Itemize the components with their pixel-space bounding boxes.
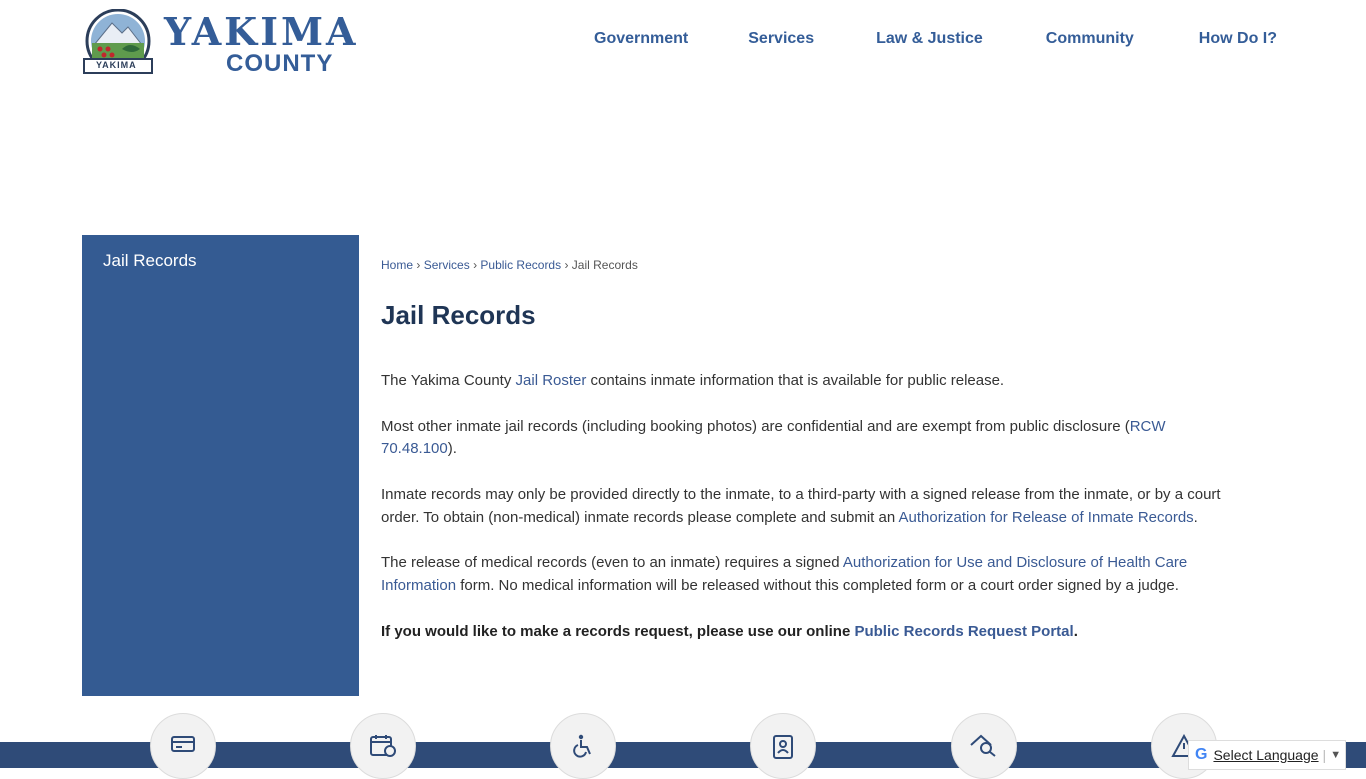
- text: .: [1193, 508, 1198, 526]
- quick-link-payments[interactable]: [150, 713, 216, 779]
- breadcrumb-services[interactable]: Services: [424, 258, 470, 272]
- nav-how-do-i[interactable]: How Do I?: [1199, 30, 1277, 48]
- site-header: YAKIMA YAKIMA COUNTY Government Services…: [0, 0, 1366, 90]
- breadcrumb-home[interactable]: Home: [381, 258, 413, 272]
- breadcrumb-separator: ›: [473, 258, 478, 272]
- quick-link-property-search[interactable]: [951, 713, 1017, 779]
- text: Most other inmate jail records (includin…: [381, 417, 1130, 435]
- nav-government[interactable]: Government: [594, 30, 688, 48]
- calendar-icon: [370, 735, 396, 757]
- google-logo-icon: G: [1195, 746, 1208, 763]
- text: The Yakima County: [381, 372, 516, 389]
- text: form. No medical information will be rel…: [456, 577, 1179, 595]
- dropdown-arrow-icon[interactable]: ▼: [1330, 749, 1341, 761]
- page-title: Jail Records: [381, 300, 536, 330]
- accessibility-icon: [573, 734, 591, 758]
- sidebar: Jail Records: [82, 235, 359, 696]
- separator: |: [1322, 747, 1327, 763]
- records-portal-link[interactable]: Public Records Request Portal: [854, 623, 1073, 640]
- employee-badge-icon: [773, 735, 793, 759]
- paragraph-release: Inmate records may only be provided dire…: [381, 484, 1241, 530]
- article-body: The Yakima County Jail Roster contains i…: [381, 370, 1241, 644]
- breadcrumb-separator: ›: [416, 258, 421, 272]
- seal-label: YAKIMA: [96, 60, 137, 70]
- breadcrumb-separator: ›: [564, 258, 569, 272]
- paragraph-jail-roster: The Yakima County Jail Roster contains i…: [381, 370, 1241, 393]
- payment-card-icon: [171, 736, 195, 752]
- text: If you would like to make a records requ…: [381, 622, 855, 640]
- select-language-label[interactable]: Select Language: [1213, 747, 1318, 763]
- logo-main-text: YAKIMA: [164, 9, 359, 54]
- county-logo-link[interactable]: YAKIMA YAKIMA COUNTY: [82, 8, 402, 78]
- breadcrumb: Home › Services › Public Records › Jail …: [381, 258, 1241, 272]
- paragraph-medical: The release of medical records (even to …: [381, 552, 1241, 598]
- nav-law-justice[interactable]: Law & Justice: [876, 30, 983, 48]
- paragraph-records-request: If you would like to make a records requ…: [381, 621, 1241, 644]
- breadcrumb-current: Jail Records: [571, 258, 638, 272]
- text: .: [1073, 622, 1078, 640]
- main-nav: Government Services Law & Justice Commun…: [594, 30, 1277, 48]
- quick-link-employment[interactable]: [750, 713, 816, 779]
- jail-roster-link[interactable]: Jail Roster: [516, 372, 587, 389]
- nav-services[interactable]: Services: [748, 30, 814, 48]
- paragraph-confidential: Most other inmate jail records (includin…: [381, 416, 1241, 462]
- text: contains inmate information that is avai…: [586, 372, 1005, 389]
- logo-wordmark: YAKIMA COUNTY: [164, 12, 404, 76]
- text: ).: [447, 440, 457, 458]
- sidebar-item-jail-records[interactable]: Jail Records: [103, 251, 197, 271]
- county-seal-icon: YAKIMA: [82, 8, 154, 77]
- authorization-release-link[interactable]: Authorization for Release of Inmate Reco…: [899, 509, 1194, 526]
- quick-link-calendar[interactable]: [350, 713, 416, 779]
- quick-link-accessibility[interactable]: [550, 713, 616, 779]
- main-content: Home › Services › Public Records › Jail …: [381, 258, 1241, 666]
- breadcrumb-public-records[interactable]: Public Records: [480, 258, 561, 272]
- property-search-icon: [970, 734, 996, 757]
- nav-community[interactable]: Community: [1046, 30, 1134, 48]
- text: The release of medical records (even to …: [381, 554, 843, 572]
- google-translate-widget[interactable]: G Select Language | ▼: [1188, 740, 1346, 770]
- logo-sub-text: COUNTY: [226, 50, 334, 77]
